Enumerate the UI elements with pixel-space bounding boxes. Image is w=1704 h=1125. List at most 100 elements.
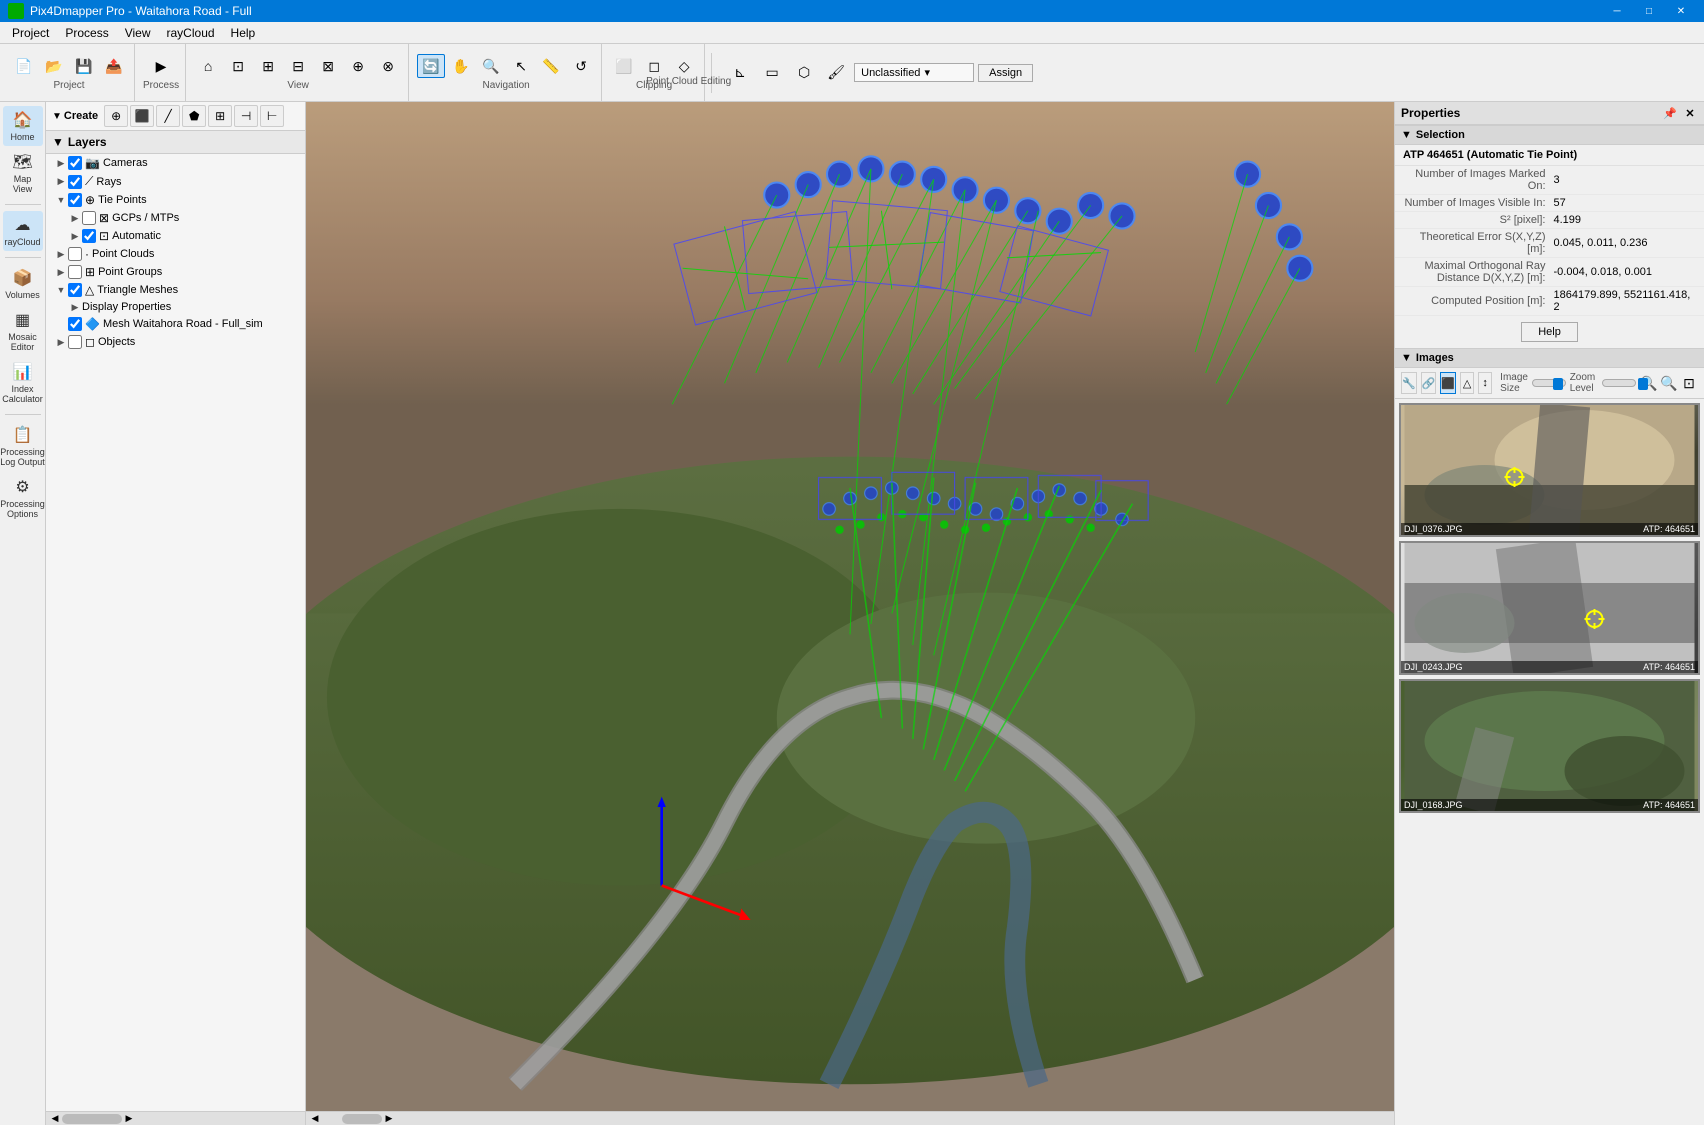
sidebar-item-processing-options[interactable]: ⚙ Processing Options bbox=[3, 473, 43, 523]
assign-button[interactable]: Assign bbox=[978, 64, 1033, 82]
layer-objects[interactable]: ▶ ◻ Objects bbox=[46, 333, 305, 351]
image-thumb-1[interactable]: DJI_0243.JPG ATP: 464651 bbox=[1399, 541, 1700, 675]
sidebar-item-index-calculator[interactable]: 📊 Index Calculator bbox=[3, 358, 43, 408]
view-fullscreen-button[interactable]: ⊕ bbox=[344, 54, 372, 78]
create-point-btn[interactable]: ⊕ bbox=[104, 105, 128, 127]
menu-project[interactable]: Project bbox=[4, 22, 57, 44]
menu-raycloud[interactable]: rayCloud bbox=[159, 22, 223, 44]
image-size-slider[interactable] bbox=[1532, 379, 1566, 387]
sidebar-item-home[interactable]: 🏠 Home bbox=[3, 106, 43, 146]
nav-select-button[interactable]: ↖ bbox=[507, 54, 535, 78]
view-home-button[interactable]: ⌂ bbox=[194, 54, 222, 78]
nav-pan-button[interactable]: ✋ bbox=[447, 54, 475, 78]
nav-reset-button[interactable]: ↺ bbox=[567, 54, 595, 78]
layer-scroll-right[interactable]: ▶ bbox=[122, 1112, 136, 1125]
layer-cameras[interactable]: ▶ 📷 Cameras bbox=[46, 154, 305, 172]
view-split-button[interactable]: ⊟ bbox=[284, 54, 312, 78]
export-button[interactable]: 📤 bbox=[100, 54, 128, 78]
vp-scroll-left[interactable]: ◀ bbox=[308, 1112, 322, 1125]
minimize-button[interactable]: ─ bbox=[1602, 1, 1632, 21]
viewport[interactable]: ◀ ▶ bbox=[306, 102, 1394, 1125]
create-surface-btn[interactable]: ⬛ bbox=[130, 105, 154, 127]
viewport-scrollbar[interactable]: ◀ ▶ bbox=[306, 1111, 1394, 1125]
view-zoom-region-button[interactable]: ⊞ bbox=[254, 54, 282, 78]
clip-plane-button[interactable]: ◻ bbox=[640, 54, 668, 78]
pce-polygon-button[interactable]: ⬡ bbox=[790, 61, 818, 85]
pg-checkbox[interactable] bbox=[68, 265, 82, 279]
layer-h-scrollbar[interactable]: ◀ ▶ bbox=[46, 1111, 305, 1125]
vp-scroll-right[interactable]: ▶ bbox=[382, 1112, 396, 1125]
pce-brush-button[interactable]: 🖌 bbox=[822, 61, 850, 85]
image-size-thumb[interactable] bbox=[1553, 378, 1563, 390]
open-button[interactable]: 📂 bbox=[40, 54, 68, 78]
zoom-slider[interactable] bbox=[1602, 379, 1636, 387]
image-thumb-0[interactable]: DJI_0376.JPG ATP: 464651 bbox=[1399, 403, 1700, 537]
auto-checkbox[interactable] bbox=[82, 229, 96, 243]
tm-checkbox[interactable] bbox=[68, 283, 82, 297]
menu-view[interactable]: View bbox=[117, 22, 159, 44]
layer-automatic[interactable]: ▶ ⊡ Automatic bbox=[46, 227, 305, 245]
nav-orbit-button[interactable]: 🔄 bbox=[417, 54, 445, 78]
layer-scrollbar-thumb[interactable] bbox=[62, 1114, 122, 1124]
img-tool-3[interactable]: ⬛ bbox=[1440, 372, 1456, 394]
zoom-out-button[interactable]: 🔍 bbox=[1660, 374, 1678, 392]
layer-point-clouds[interactable]: ▶ · Point Clouds bbox=[46, 245, 305, 263]
img-tool-5[interactable]: ↕ bbox=[1478, 372, 1492, 394]
nav-measure-button[interactable]: 📏 bbox=[537, 54, 565, 78]
help-button[interactable]: Help bbox=[1521, 322, 1578, 342]
img-tool-2[interactable]: 🔗 bbox=[1421, 372, 1437, 394]
sidebar-item-map-view[interactable]: 🗺 Map View bbox=[3, 148, 43, 198]
sidebar-item-mosaic-editor[interactable]: ▦ Mosaic Editor bbox=[3, 306, 43, 356]
zoom-fit-button[interactable]: ⊡ bbox=[1680, 374, 1698, 392]
nav-zoom-button[interactable]: 🔍 bbox=[477, 54, 505, 78]
gcps-icon: ⊠ bbox=[99, 211, 109, 225]
sidebar-item-processing-log[interactable]: 📋 Processing Log Output bbox=[3, 421, 43, 471]
rays-checkbox[interactable] bbox=[68, 175, 82, 189]
cameras-checkbox[interactable] bbox=[68, 156, 82, 170]
layer-display-properties[interactable]: ▶ Display Properties bbox=[46, 299, 305, 315]
layer-tie-points[interactable]: ▼ ⊕ Tie Points bbox=[46, 191, 305, 209]
layer-scroll[interactable]: ▶ 📷 Cameras ▶ ⟋ Rays ▼ ⊕ Tie Points bbox=[46, 154, 305, 1111]
img-tool-1[interactable]: 🔧 bbox=[1401, 372, 1417, 394]
view-arrange-button[interactable]: ⊠ bbox=[314, 54, 342, 78]
zoom-thumb[interactable] bbox=[1638, 378, 1648, 390]
create-extra-btn[interactable]: ⊢ bbox=[260, 105, 284, 127]
layer-scroll-left[interactable]: ◀ bbox=[48, 1112, 62, 1125]
create-line-btn[interactable]: ╱ bbox=[156, 105, 180, 127]
process-start-button[interactable]: ▶ bbox=[147, 54, 175, 78]
gcps-checkbox[interactable] bbox=[82, 211, 96, 225]
layer-rays[interactable]: ▶ ⟋ Rays bbox=[46, 172, 305, 191]
clip-box-button[interactable]: ⬜ bbox=[610, 54, 638, 78]
create-measurement-btn[interactable]: ⊣ bbox=[234, 105, 258, 127]
close-button[interactable]: ✕ bbox=[1666, 1, 1696, 21]
create-polygon-btn[interactable]: ⬟ bbox=[182, 105, 206, 127]
layer-gcps-mtps[interactable]: ▶ ⊠ GCPs / MTPs bbox=[46, 209, 305, 227]
menu-help[interactable]: Help bbox=[223, 22, 264, 44]
view-zoom-fit-button[interactable]: ⊡ bbox=[224, 54, 252, 78]
save-button[interactable]: 💾 bbox=[70, 54, 98, 78]
layer-mesh-file[interactable]: 🔷 Mesh Waitahora Road - Full_sim bbox=[46, 315, 305, 333]
image-thumb-2[interactable]: DJI_0168.JPG ATP: 464651 bbox=[1399, 679, 1700, 813]
maximize-button[interactable]: □ bbox=[1634, 1, 1664, 21]
menu-process[interactable]: Process bbox=[57, 22, 116, 44]
view-settings-button[interactable]: ⊗ bbox=[374, 54, 402, 78]
props-pin-button[interactable]: 📌 bbox=[1662, 105, 1678, 121]
create-group-btn[interactable]: ⊞ bbox=[208, 105, 232, 127]
vp-scrollbar-thumb[interactable] bbox=[342, 1114, 382, 1124]
pce-rectangle-button[interactable]: ▭ bbox=[758, 61, 786, 85]
layer-triangle-meshes[interactable]: ▼ △ Triangle Meshes bbox=[46, 281, 305, 299]
img-tool-4[interactable]: △ bbox=[1460, 372, 1474, 394]
images-list[interactable]: DJI_0376.JPG ATP: 464651 bbox=[1395, 399, 1704, 1125]
classification-dropdown[interactable]: Unclassified ▾ bbox=[854, 63, 974, 82]
new-button[interactable]: 📄 bbox=[10, 54, 38, 78]
mesh-checkbox[interactable] bbox=[68, 317, 82, 331]
layers-header[interactable]: ▼ Layers bbox=[46, 131, 305, 154]
props-close-button[interactable]: ✕ bbox=[1682, 105, 1698, 121]
layer-point-groups[interactable]: ▶ ⊞ Point Groups bbox=[46, 263, 305, 281]
sidebar-item-raycloud[interactable]: ☁ rayCloud bbox=[3, 211, 43, 251]
obj-checkbox[interactable] bbox=[68, 335, 82, 349]
pc-checkbox[interactable] bbox=[68, 247, 82, 261]
clip-clear-button[interactable]: ◇ bbox=[670, 54, 698, 78]
sidebar-item-volumes[interactable]: 📦 Volumes bbox=[3, 264, 43, 304]
tie-points-checkbox[interactable] bbox=[68, 193, 82, 207]
